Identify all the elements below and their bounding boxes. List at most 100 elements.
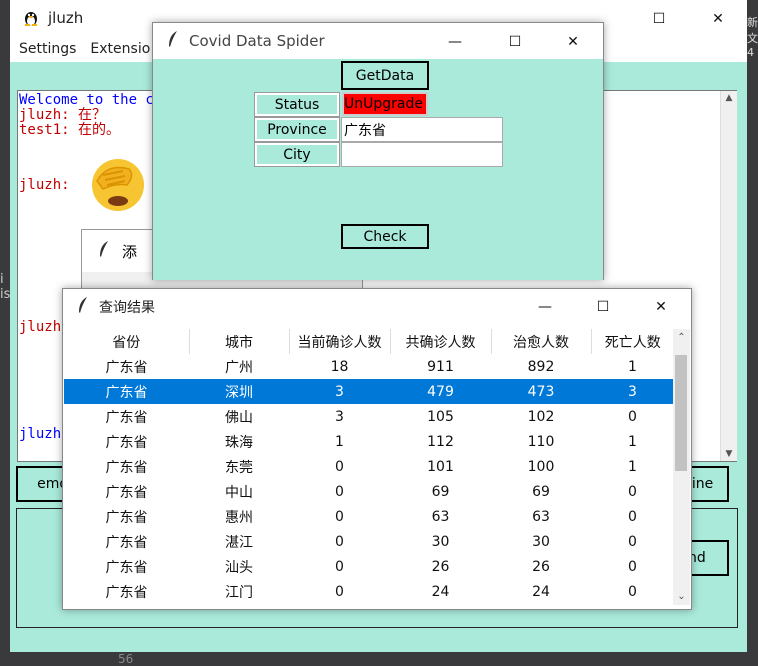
chat-scrollbar[interactable]: ▲ ▼: [720, 91, 737, 461]
table-row[interactable]: 广东省 佛山 3 105 102 0: [64, 404, 674, 429]
feather-icon: [98, 240, 110, 262]
cell-dead: 0: [628, 483, 637, 500]
table-row[interactable]: 广东省 汕头 0 26 26 0: [64, 554, 674, 579]
cell-province: 广东省: [105, 484, 148, 501]
table-row[interactable]: 广东省 江门 0 24 24 0: [64, 579, 674, 604]
close-icon[interactable]: ✕: [695, 4, 741, 34]
cell-cured: 473: [491, 379, 591, 404]
cell-total: 112: [427, 433, 454, 450]
table-row[interactable]: 广东省 广州 18 911 892 1: [64, 354, 674, 379]
menu-settings[interactable]: Settings: [19, 41, 76, 57]
cell-dead: 1: [628, 358, 637, 375]
cell-cured: 24: [532, 583, 550, 600]
cell-dead: 0: [628, 508, 637, 525]
cell-cured: 63: [532, 508, 550, 525]
chat-line-welcome: Welcome to the c: [19, 92, 154, 108]
cell-city: 湛江: [225, 534, 253, 551]
cell-city: 佛山: [225, 409, 253, 426]
result-scrollbar[interactable]: ⌃ ⌄: [673, 329, 690, 605]
table-row[interactable]: 广东省 东莞 0 101 100 1: [64, 454, 674, 479]
feather-icon: [167, 30, 179, 52]
table-row[interactable]: 广东省 珠海 1 112 110 1: [64, 429, 674, 454]
cell-dead: 1: [628, 458, 637, 475]
maximize-icon[interactable]: ☐: [636, 4, 682, 34]
table-row[interactable]: 广东省 深圳 3 479 473 3: [64, 379, 674, 404]
scroll-up-icon[interactable]: ⌃: [673, 329, 690, 346]
chat-line-1: jluzh: 在？: [19, 107, 107, 123]
getdata-button[interactable]: GetData: [341, 61, 429, 90]
background-left-text: i is: [0, 272, 11, 302]
cell-cured: 110: [527, 433, 555, 450]
cell-total: 63: [431, 508, 450, 525]
maximize-icon[interactable]: ☐: [492, 27, 538, 57]
maximize-icon[interactable]: ☐: [580, 292, 626, 322]
scroll-down-icon[interactable]: ▼: [721, 449, 737, 459]
city-label: City: [254, 142, 340, 167]
cell-province: 广东省: [105, 509, 148, 526]
column-header-dead[interactable]: 死亡人数: [591, 329, 674, 354]
column-header-city[interactable]: 城市: [189, 329, 290, 354]
column-header-total[interactable]: 共确诊人数: [390, 329, 492, 354]
cell-city: 东莞: [225, 459, 253, 476]
cell-province: 广东省: [105, 559, 148, 576]
cell-province: 广东省: [105, 459, 148, 476]
cell-city: 江门: [225, 584, 253, 601]
cell-total: 69: [431, 483, 450, 500]
minimize-icon[interactable]: —: [432, 27, 478, 57]
editor-line-number: 56: [118, 652, 134, 666]
cell-cured: 100: [527, 458, 555, 475]
check-button[interactable]: Check: [341, 224, 429, 249]
cell-cured: 30: [532, 533, 550, 550]
city-input[interactable]: [341, 142, 503, 167]
close-icon[interactable]: ✕: [550, 27, 596, 57]
cell-cured: 69: [532, 483, 550, 500]
chat-sender-label: jluzh:: [19, 177, 70, 193]
status-label: Status: [254, 92, 340, 117]
cell-province: 广东省: [64, 379, 189, 404]
table-row[interactable]: 广东省 惠州 0 63 63 0: [64, 504, 674, 529]
cell-current: 0: [335, 508, 344, 525]
cell-province: 广东省: [105, 409, 148, 426]
column-header-province[interactable]: 省份: [64, 329, 190, 354]
cell-current: 18: [330, 358, 349, 375]
scroll-thumb[interactable]: [675, 355, 687, 471]
minimize-icon[interactable]: —: [522, 292, 568, 322]
spider-body: GetData Status UnUpgrade Province 广东省 Ci…: [153, 59, 603, 280]
cell-cured: 26: [532, 558, 550, 575]
scroll-down-icon[interactable]: ⌄: [673, 588, 690, 605]
column-header-cured[interactable]: 治愈人数: [491, 329, 592, 354]
result-window-title: 查询结果: [99, 300, 155, 316]
cell-current: 1: [335, 433, 344, 450]
cell-dead: 0: [628, 533, 637, 550]
spider-window-title: Covid Data Spider: [189, 32, 325, 50]
spider-title-bar: Covid Data Spider — ☐ ✕: [153, 23, 603, 59]
cell-current: 0: [335, 533, 344, 550]
chat-line-2: test1: 在的。: [19, 122, 121, 138]
cell-city: 珠海: [225, 434, 253, 451]
table-row[interactable]: 广东省 中山 0 69 69 0: [64, 479, 674, 504]
cell-total: 101: [427, 458, 454, 475]
cell-dead: 0: [628, 583, 637, 600]
province-input[interactable]: 广东省: [341, 117, 503, 142]
column-header-current[interactable]: 当前确诊人数: [289, 329, 391, 354]
cell-dead: 0: [628, 408, 637, 425]
status-value: UnUpgrade: [342, 92, 428, 116]
cell-dead: 1: [628, 433, 637, 450]
facepalm-emoji-icon: [81, 141, 155, 227]
cell-current: 3: [289, 379, 390, 404]
close-icon[interactable]: ✕: [638, 292, 684, 322]
cell-current: 0: [335, 458, 344, 475]
cell-total: 479: [390, 379, 491, 404]
menu-extensions[interactable]: Extensio: [90, 41, 150, 57]
feather-icon: [77, 296, 89, 318]
scroll-up-icon[interactable]: ▲: [721, 93, 737, 103]
cell-total: 30: [431, 533, 450, 550]
table-row[interactable]: 广东省 湛江 0 30 30 0: [64, 529, 674, 554]
spider-window: Covid Data Spider — ☐ ✕ GetData Status U…: [152, 22, 604, 280]
cell-city: 惠州: [225, 509, 253, 526]
result-title-bar: 查询结果 — ☐ ✕: [63, 289, 691, 325]
emoji-panel-title: 添: [122, 242, 138, 261]
result-table-area: 省份 城市 当前确诊人数 共确诊人数 治愈人数 死亡人数 广东省 广州 18 911 8…: [64, 329, 674, 605]
cell-city: 广州: [225, 359, 253, 376]
table-header-row: 省份 城市 当前确诊人数 共确诊人数 治愈人数 死亡人数: [64, 329, 674, 354]
